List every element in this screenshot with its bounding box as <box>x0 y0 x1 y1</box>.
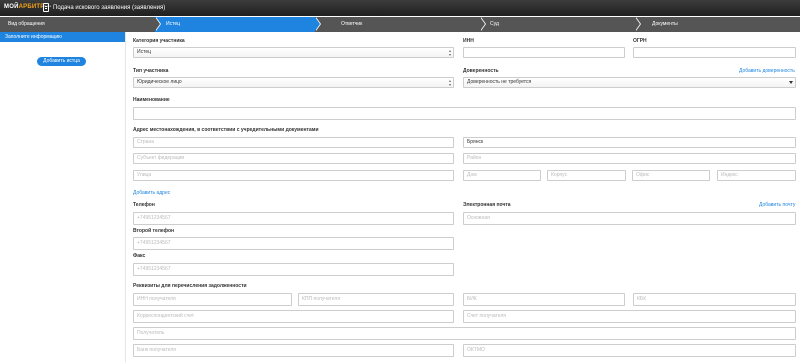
email-label: Электронная почта <box>463 202 511 208</box>
step-request-type[interactable]: Вид обращения <box>0 17 155 32</box>
category-select[interactable]: Истец ▴ ▾ <box>133 47 454 58</box>
step-separator-fill <box>155 17 160 31</box>
address-label: Адрес местонахождения, в соответствии с … <box>133 127 319 133</box>
correspondent-account-input[interactable]: Корреспондентский счет <box>133 310 454 323</box>
add-address-link[interactable]: Добавить адрес <box>133 190 170 196</box>
ogrn-input[interactable] <box>633 47 796 58</box>
recipient-input[interactable]: Получатель <box>133 327 796 340</box>
oktmo-input[interactable]: ОКТМО <box>463 344 796 357</box>
phone-label: Телефон <box>133 202 155 208</box>
category-value: Истец <box>137 49 151 55</box>
name-input[interactable] <box>133 107 796 120</box>
office-input[interactable]: Офис <box>632 170 710 181</box>
street-input[interactable]: Улица <box>133 170 454 181</box>
second-phone-label: Второй телефон <box>133 228 175 234</box>
spinner-icon: ▴ ▾ <box>448 48 451 57</box>
logo-accent: АРБИТР <box>18 4 45 10</box>
add-power-of-attorney-link[interactable]: Добавить доверенность <box>739 68 795 74</box>
kbk-input[interactable]: КБК <box>633 293 796 306</box>
recipient-inn-input[interactable]: ИНН получателя <box>133 293 292 306</box>
step-separator-fill <box>315 17 320 31</box>
second-phone-input[interactable]: +74951234567 <box>133 237 454 250</box>
category-label: Категория участника <box>133 38 185 44</box>
recipient-bank-input[interactable]: Банк получателя <box>133 344 454 357</box>
name-label: Наименование <box>133 97 170 103</box>
document-icon <box>43 3 49 12</box>
spinner-icon: ▴ ▾ <box>448 78 451 87</box>
step-navigation: Вид обращения Истец Ответчик Суд Докумен… <box>0 17 800 32</box>
region-input[interactable]: Субъект федерации <box>133 153 454 164</box>
building-input[interactable]: Корпус <box>547 170 626 181</box>
house-input[interactable]: Дом <box>463 170 541 181</box>
power-of-attorney-select[interactable]: Доверенность не требуется <box>463 77 796 88</box>
bank-details-label: Реквизиты для перечисления задолженности <box>133 283 247 289</box>
step-defendant[interactable]: Ответчик <box>315 17 480 32</box>
inn-label: ИНН <box>463 38 474 44</box>
step-plaintiff[interactable]: Истец <box>155 17 315 32</box>
phone-input[interactable]: +74951234567 <box>133 212 454 225</box>
district-input[interactable]: Район <box>463 153 796 164</box>
recipient-account-input[interactable]: Счет получателя <box>463 310 796 323</box>
chevron-down-icon <box>789 81 793 84</box>
type-select[interactable]: Юридическое лицо ▴ ▾ <box>133 77 454 88</box>
step-separator-fill <box>480 17 485 31</box>
recipient-kpp-input[interactable]: КПП получателя <box>298 293 454 306</box>
step-documents[interactable]: Документы <box>635 17 800 32</box>
fax-label: Факс <box>133 253 146 259</box>
add-email-link[interactable]: Добавить почту <box>759 202 795 208</box>
add-plaintiff-button[interactable]: Добавить истца <box>37 57 86 66</box>
type-label: Тип участника <box>133 68 169 74</box>
bik-input[interactable]: БИК <box>463 293 625 306</box>
app-header: МОЙАРБИТРbeta Подача искового заявления … <box>0 0 800 16</box>
city-input[interactable]: Брянск <box>463 137 796 148</box>
inn-input[interactable] <box>463 47 625 58</box>
ogrn-label: ОГРН <box>633 38 647 44</box>
step-court[interactable]: Суд <box>480 17 635 32</box>
type-value: Юридическое лицо <box>137 79 182 85</box>
power-of-attorney-value: Доверенность не требуется <box>467 79 532 85</box>
sidebar: Заполните информацию Добавить истца <box>0 32 126 362</box>
page-title: Подача искового заявления (заявления) <box>53 5 166 11</box>
country-input[interactable]: Страна <box>133 137 454 148</box>
index-input[interactable]: Индекс <box>717 170 796 181</box>
step-separator-fill <box>635 17 640 31</box>
logo-main: МОЙ <box>4 4 19 10</box>
fax-input[interactable]: +74951234567 <box>133 263 454 276</box>
sidebar-item-fill-info[interactable]: Заполните информацию <box>0 32 125 42</box>
email-input[interactable]: Основная <box>463 212 796 225</box>
power-of-attorney-label: Доверенность <box>463 68 499 74</box>
